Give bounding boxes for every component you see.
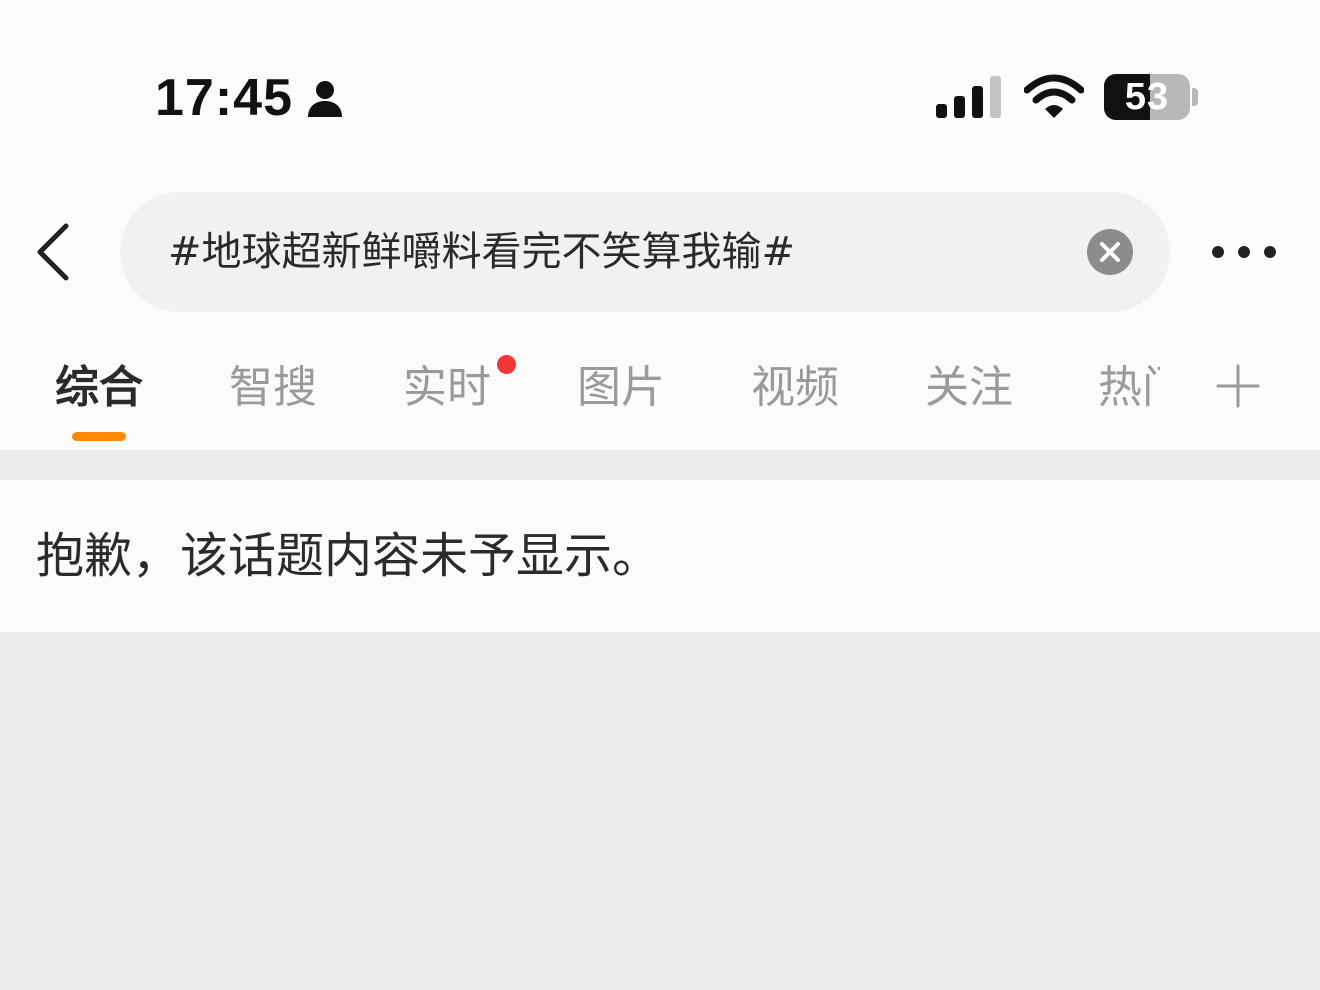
- back-icon[interactable]: [30, 220, 76, 284]
- more-icon[interactable]: [1208, 240, 1280, 264]
- battery-icon: 53: [1104, 74, 1190, 120]
- top-area: 17:45 53 #地球超新鲜嚼料看完不笑算我输# 综合 智搜 实时 图片 视频…: [0, 0, 1320, 450]
- search-box[interactable]: #地球超新鲜嚼料看完不笑算我输#: [120, 192, 1170, 312]
- status-time: 17:45: [155, 69, 293, 127]
- tab-smart-search[interactable]: 智搜: [229, 356, 317, 420]
- message-panel: 抱歉，该话题内容未予显示。: [0, 480, 1320, 632]
- wifi-icon: [1024, 74, 1084, 118]
- battery-tip: [1192, 88, 1198, 106]
- tab-realtime[interactable]: 实时: [403, 356, 491, 420]
- tab-hot-clip[interactable]: 热门: [1098, 356, 1160, 420]
- battery-level: 53: [1124, 76, 1170, 118]
- person-icon: [308, 81, 342, 117]
- tab-comprehensive[interactable]: 综合: [55, 356, 143, 420]
- tab-following[interactable]: 关注: [925, 356, 1013, 420]
- signal-icon: [936, 76, 1001, 118]
- tab-images[interactable]: 图片: [577, 356, 665, 420]
- plus-icon[interactable]: [1216, 364, 1260, 408]
- active-tab-indicator: [72, 432, 126, 441]
- realtime-badge-dot: [497, 355, 516, 374]
- hidden-topic-message: 抱歉，该话题内容未予显示。: [36, 528, 661, 584]
- clear-icon[interactable]: [1086, 228, 1134, 276]
- search-query[interactable]: #地球超新鲜嚼料看完不笑算我输#: [168, 222, 795, 282]
- tab-videos[interactable]: 视频: [751, 356, 839, 420]
- tab-hot[interactable]: 热门: [1098, 356, 1160, 420]
